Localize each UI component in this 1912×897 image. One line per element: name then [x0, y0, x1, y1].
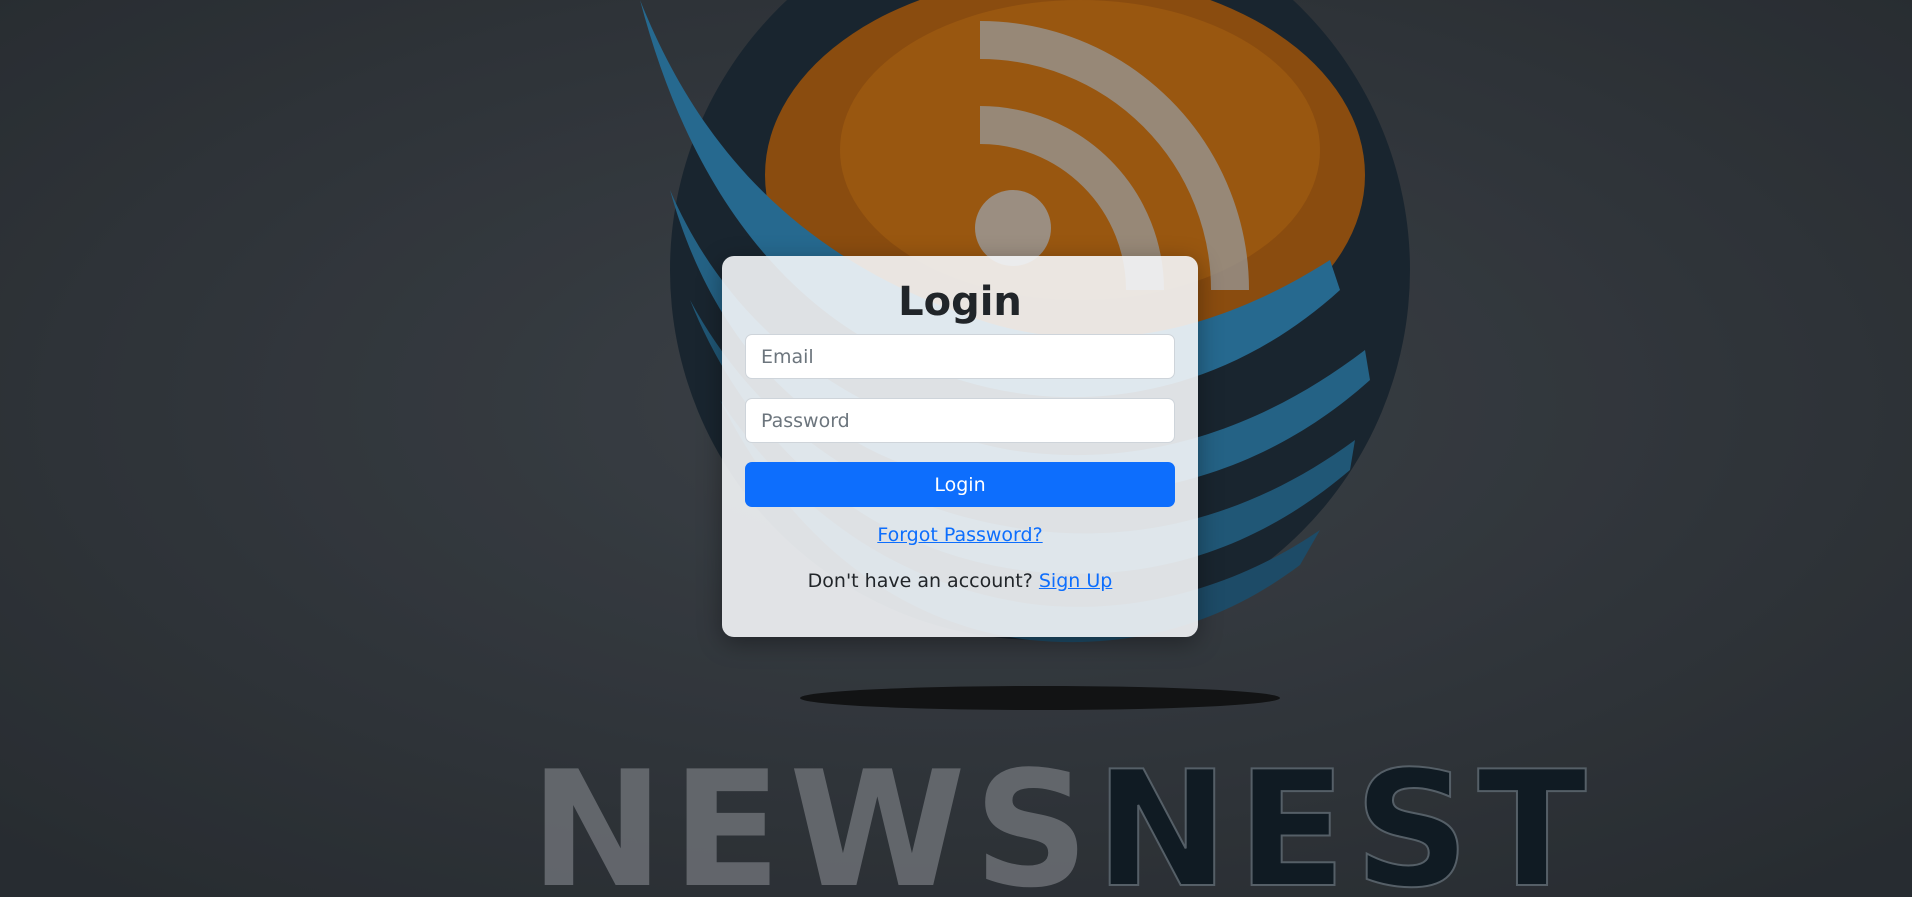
signup-row: Don't have an account? Sign Up [745, 570, 1175, 592]
login-button[interactable]: Login [745, 462, 1175, 507]
no-account-text: Don't have an account? [807, 570, 1033, 592]
login-title: Login [898, 279, 1022, 325]
email-input[interactable] [745, 334, 1175, 379]
password-input[interactable] [745, 398, 1175, 443]
login-card: Login Login Forgot Password? Don't have … [722, 256, 1198, 637]
forgot-password-row: Forgot Password? [745, 524, 1175, 550]
forgot-password-link[interactable]: Forgot Password? [877, 524, 1042, 546]
signup-link[interactable]: Sign Up [1039, 570, 1112, 592]
